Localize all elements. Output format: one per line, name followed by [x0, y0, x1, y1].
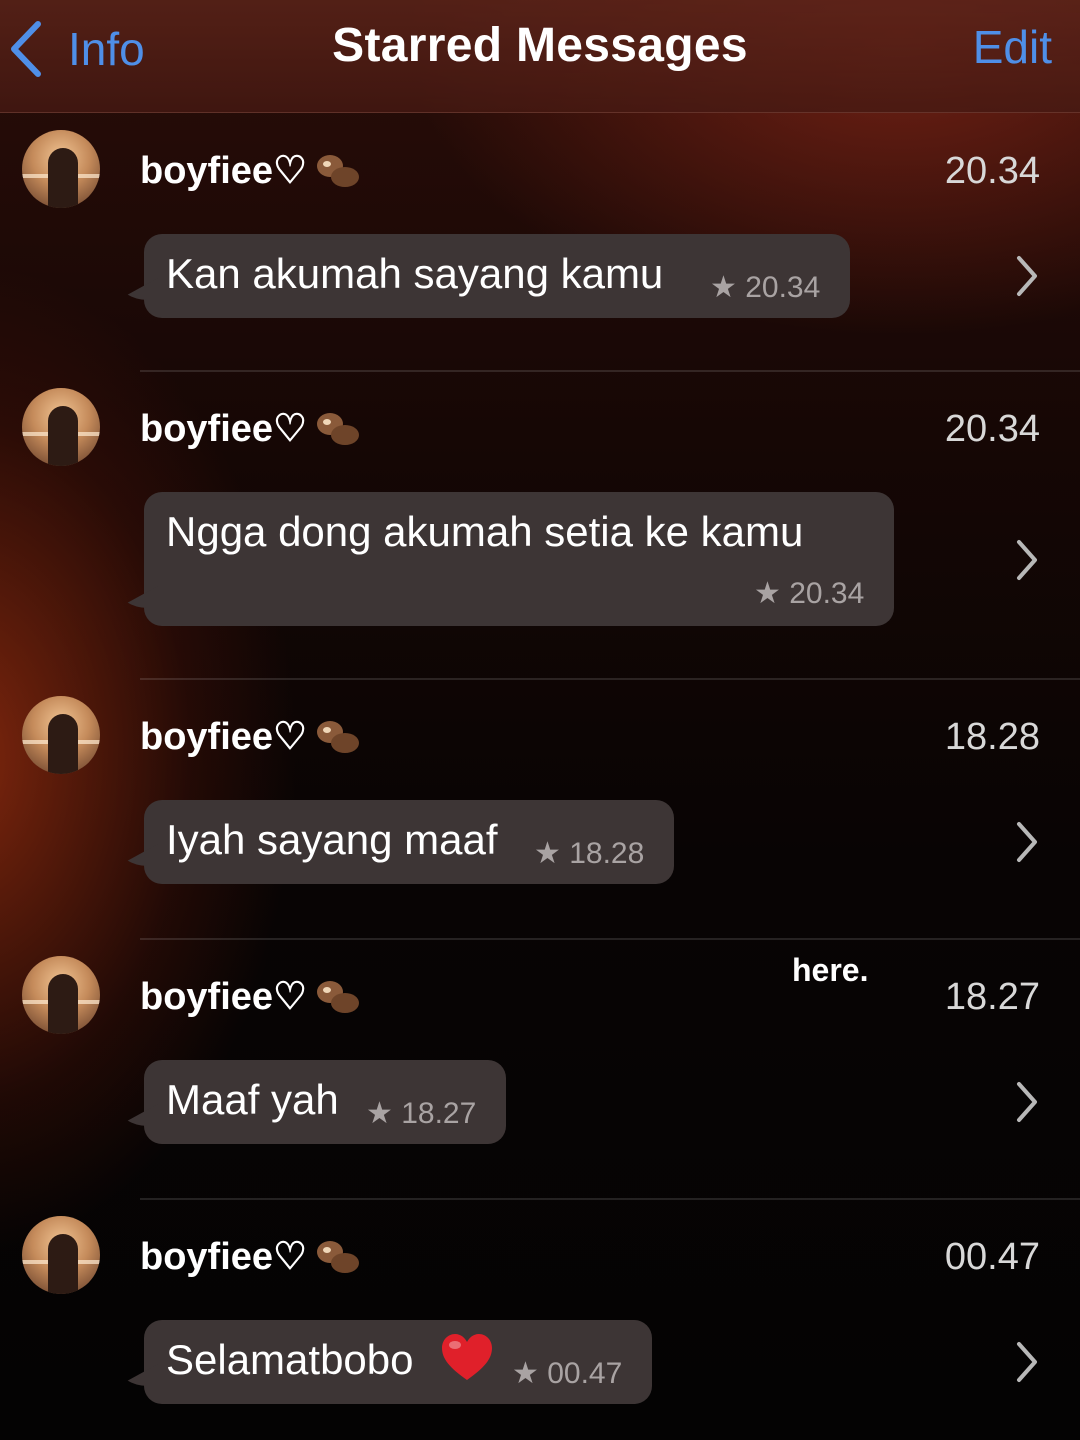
avatar[interactable]: [22, 1216, 100, 1294]
otter-emoji-icon: [313, 151, 361, 191]
message-text: Kan akumah sayang kamu: [166, 250, 664, 297]
message-time: 18.28: [944, 716, 1040, 758]
star-timestamp: ★ 18.28: [534, 837, 645, 870]
message-time: 20.34: [944, 408, 1040, 450]
message-text: Iyah sayang maaf: [166, 816, 498, 863]
starred-message-item[interactable]: boyfiee♡ 20.34 Kan akumah sayang kamu ★ …: [0, 112, 1080, 372]
otter-emoji-icon: [313, 717, 361, 757]
message-time: 00.47: [944, 1236, 1040, 1278]
message-bubble[interactable]: Ngga dong akumah setia ke kamu ★ 20.34: [118, 492, 894, 626]
starred-message-item[interactable]: boyfiee♡ 00.47 Selamatbobo ★ 00.47: [0, 1200, 1080, 1440]
message-bubble[interactable]: Kan akumah sayang kamu ★ 20.34: [118, 234, 850, 318]
otter-emoji-icon: [313, 1237, 361, 1277]
starred-message-item[interactable]: boyfiee♡ 18.27 Maaf yah ★ 18.27: [0, 940, 1080, 1198]
sender-name: boyfiee♡: [140, 974, 361, 1019]
chevron-right-icon[interactable]: [1014, 1340, 1040, 1384]
avatar[interactable]: [22, 696, 100, 774]
sender-label: boyfiee♡: [140, 716, 308, 758]
chevron-right-icon[interactable]: [1014, 538, 1040, 582]
avatar[interactable]: [22, 388, 100, 466]
star-timestamp: ★ 00.47: [512, 1357, 623, 1390]
sender-label: boyfiee♡: [140, 1236, 308, 1278]
starred-message-item[interactable]: boyfiee♡ 18.28 Iyah sayang maaf ★ 18.28: [0, 680, 1080, 938]
navigation-bar: Info Starred Messages Edit: [0, 0, 1080, 113]
star-timestamp: ★ 20.34: [754, 577, 865, 610]
sender-name: boyfiee♡: [140, 406, 361, 451]
sender-label: boyfiee♡: [140, 976, 308, 1018]
star-timestamp: ★ 20.34: [710, 271, 821, 304]
overlay-caption: here.: [792, 952, 869, 988]
message-time: 18.27: [944, 976, 1040, 1018]
avatar[interactable]: [22, 956, 100, 1034]
edit-button[interactable]: Edit: [973, 20, 1052, 74]
sender-name: boyfiee♡: [140, 1234, 361, 1279]
message-bubble[interactable]: Iyah sayang maaf ★ 18.28: [118, 800, 674, 884]
sender-label: boyfiee♡: [140, 150, 308, 192]
chevron-right-icon[interactable]: [1014, 254, 1040, 298]
message-text: Selamatbobo: [166, 1336, 414, 1383]
message-bubble[interactable]: Selamatbobo ★ 00.47: [118, 1320, 652, 1404]
message-text: Ngga dong akumah setia ke kamu: [166, 508, 804, 555]
starred-message-item[interactable]: boyfiee♡ 20.34 Ngga dong akumah setia ke…: [0, 372, 1080, 678]
otter-emoji-icon: [313, 977, 361, 1017]
message-bubble[interactable]: Maaf yah ★ 18.27: [118, 1060, 506, 1144]
star-timestamp: ★ 18.27: [366, 1097, 477, 1130]
otter-emoji-icon: [313, 409, 361, 449]
red-heart-emoji-icon: [442, 1334, 492, 1380]
page-title: Starred Messages: [332, 19, 748, 72]
sender-name: boyfiee♡: [140, 714, 361, 759]
chevron-right-icon[interactable]: [1014, 820, 1040, 864]
sender-label: boyfiee♡: [140, 408, 308, 450]
avatar[interactable]: [22, 130, 100, 208]
sender-name: boyfiee♡: [140, 148, 361, 193]
message-time: 20.34: [944, 150, 1040, 192]
chevron-right-icon[interactable]: [1014, 1080, 1040, 1124]
message-text: Maaf yah: [166, 1076, 339, 1123]
